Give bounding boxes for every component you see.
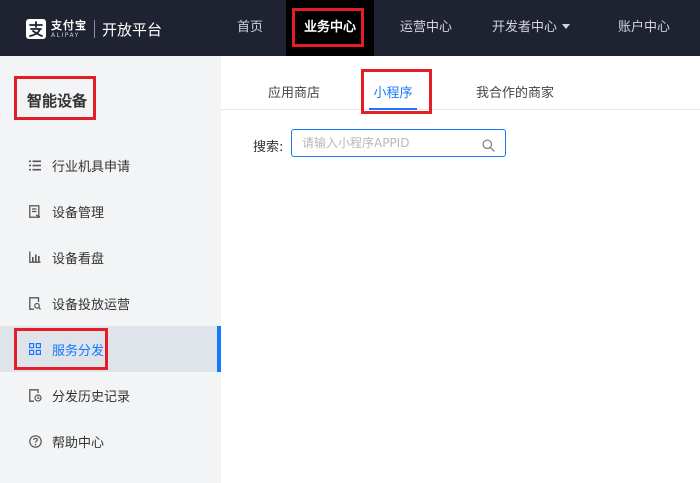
- list-icon: [28, 158, 42, 172]
- main-content: 应用商店 小程序 我合作的商家 搜索:: [221, 56, 700, 483]
- sidebar-item-device-management[interactable]: 设备管理: [0, 188, 221, 234]
- nav-operations-center[interactable]: 运营中心: [384, 0, 468, 56]
- sidebar-item-label: 设备管理: [52, 205, 105, 221]
- top-navigation-bar: 支付宝 ALIPAY 开放平台 首页 业务中心 运营中心 开发者中心 账户中心: [0, 0, 700, 56]
- nav-developer-center[interactable]: 开发者中心: [482, 0, 580, 56]
- sidebar-item-help-center[interactable]: 帮助中心: [0, 418, 221, 464]
- grid-icon: [28, 342, 42, 356]
- bar-chart-icon: [28, 250, 42, 264]
- logo-divider: [94, 20, 95, 38]
- search-input[interactable]: [302, 135, 477, 151]
- sidebar-item-device-deployment[interactable]: 设备投放运营: [0, 280, 221, 326]
- sidebar: 智能设备 行业机具申请 设备管理 设备看盘 设备投放运营 服务分发 分发历史记录…: [0, 56, 221, 483]
- tab-bar: 应用商店 小程序 我合作的商家: [221, 56, 700, 110]
- nav-developer-center-label: 开发者中心: [491, 20, 557, 35]
- tab-app-store[interactable]: 应用商店: [268, 82, 320, 110]
- sidebar-item-label: 设备投放运营: [52, 297, 131, 313]
- sidebar-item-industry-device-apply[interactable]: 行业机具申请: [0, 142, 221, 188]
- chevron-down-icon: [562, 24, 570, 29]
- sidebar-item-label: 帮助中心: [52, 435, 105, 451]
- sidebar-item-label: 服务分发: [52, 343, 105, 359]
- nav-home[interactable]: 首页: [222, 0, 278, 56]
- nav-account-center[interactable]: 账户中心: [604, 0, 684, 56]
- alipay-logo-icon: [26, 19, 46, 39]
- logo-brand-en: ALIPAY: [51, 31, 80, 39]
- search-label: 搜索:: [253, 140, 284, 155]
- history-doc-icon: [28, 388, 42, 402]
- alipay-logo[interactable]: 支付宝 ALIPAY 开放平台: [26, 17, 162, 41]
- logo-brand-name: 支付宝: [51, 18, 87, 32]
- sidebar-item-distribution-history[interactable]: 分发历史记录: [0, 372, 221, 418]
- tab-partner-merchants[interactable]: 我合作的商家: [476, 82, 554, 110]
- nav-operations-center-label: 运营中心: [399, 20, 452, 35]
- search-icon[interactable]: [482, 137, 495, 152]
- tab-mini-program[interactable]: 小程序: [369, 82, 417, 110]
- sidebar-item-label: 行业机具申请: [52, 159, 131, 175]
- search-box: [291, 129, 506, 157]
- sidebar-item-service-distribution[interactable]: 服务分发: [0, 326, 221, 372]
- sidebar-item-label: 分发历史记录: [52, 389, 131, 405]
- sidebar-title: 智能设备: [27, 92, 88, 110]
- document-search-icon: [28, 296, 42, 310]
- sidebar-item-device-dashboard[interactable]: 设备看盘: [0, 234, 221, 280]
- nav-business-center[interactable]: 业务中心: [286, 0, 374, 56]
- document-icon: [28, 204, 42, 218]
- sidebar-item-label: 设备看盘: [52, 251, 105, 267]
- platform-title: 开放平台: [102, 20, 163, 39]
- help-icon: [28, 434, 42, 448]
